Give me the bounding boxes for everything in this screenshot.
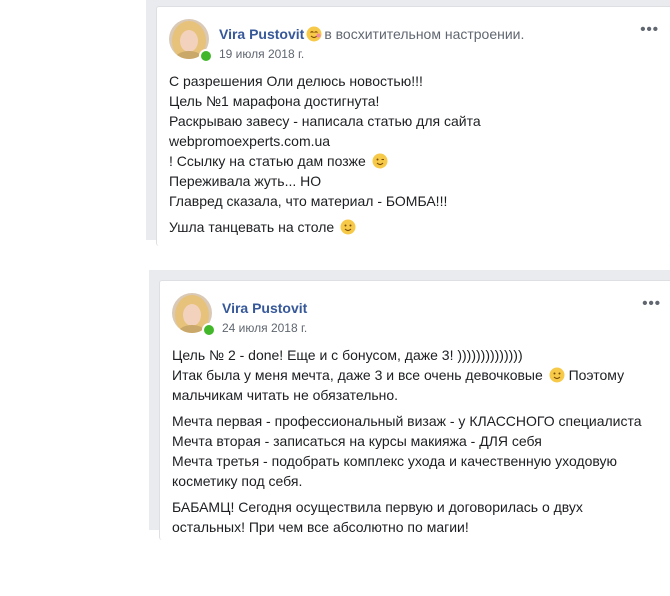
post-text-line: С разрешения Оли делюсь новостью!!! — [169, 73, 423, 89]
post-text-line: Цель №1 марафона достигнута! — [169, 93, 380, 109]
post-date[interactable]: 19 июля 2018 г. — [219, 47, 304, 61]
post-text-line: Поэтому — [568, 367, 625, 383]
post-text-line: webpromoexperts.com.ua — [169, 133, 331, 149]
post-date[interactable]: 24 июля 2018 г. — [222, 321, 307, 335]
post-text-line: Переживала жуть... НО — [169, 173, 322, 189]
post-paragraph: Ушла танцевать на столе — [169, 217, 661, 237]
online-status-icon — [199, 49, 213, 63]
feeling-emoji-icon — [306, 26, 322, 42]
avatar[interactable] — [169, 19, 213, 63]
avatar[interactable] — [172, 293, 216, 337]
wink-emoji-icon — [372, 153, 388, 169]
smile-emoji-icon — [340, 219, 356, 235]
post-paragraph: БАБАМЦ! Сегодня осуществила первую и дог… — [172, 497, 663, 537]
post-text-line: Итак была у меня мечта, даже 3 и все оче… — [172, 367, 543, 383]
online-status-icon — [202, 323, 216, 337]
author-name[interactable]: Vira Pustovit — [219, 26, 304, 42]
post-text-line: косметику под себя. — [172, 473, 303, 489]
post-text-line: Раскрываю завесу - написала статью для с… — [169, 113, 481, 129]
post-text-line: мальчикам читать не обязательно. — [172, 387, 399, 403]
post-text-line: Цель № 2 - done! Еще и с бонусом, даже 3… — [172, 347, 523, 363]
post-paragraph: Мечта первая - профессиональный визаж - … — [172, 411, 663, 491]
more-options-icon[interactable]: ••• — [640, 21, 659, 38]
post-text-line: Главред сказала, что материал - БОМБА!!! — [169, 193, 448, 209]
post-card: Vira Pustovit 24 июля 2018 г. ••• Цель №… — [159, 280, 670, 540]
feeling-text: в восхитительном настроении. — [324, 26, 525, 42]
author-name[interactable]: Vira Pustovit — [222, 300, 307, 316]
post-body: Цель № 2 - done! Еще и с бонусом, даже 3… — [172, 345, 663, 543]
post-text-line: остальных! При чем все абсолютно по маги… — [172, 519, 469, 535]
post-text-line: Мечта третья - подобрать комплекс ухода … — [172, 453, 618, 469]
post-frame: Vira Pustovit 24 июля 2018 г. ••• Цель №… — [149, 270, 670, 540]
post-paragraph: Цель № 2 - done! Еще и с бонусом, даже 3… — [172, 345, 663, 405]
post-text-line: БАБАМЦ! Сегодня осуществила первую и дог… — [172, 499, 583, 515]
post-card: Vira Pustovit в восхитительном настроении… — [156, 6, 670, 246]
post-paragraph: С разрешения Оли делюсь новостью!!! Цель… — [169, 71, 661, 211]
post-text-line: ! Ссылку на статью дам позже — [169, 153, 366, 169]
smile-emoji-icon — [549, 367, 565, 383]
post-frame: Vira Pustovit в восхитительном настроении… — [146, 0, 670, 246]
post-text-line: Мечта первая - профессиональный визаж - … — [172, 413, 642, 429]
post-text-line: Мечта вторая - записаться на курсы макия… — [172, 433, 542, 449]
post-body: С разрешения Оли делюсь новостью!!! Цель… — [169, 71, 661, 243]
more-options-icon[interactable]: ••• — [642, 295, 661, 312]
post-text-line: Ушла танцевать на столе — [169, 219, 335, 235]
